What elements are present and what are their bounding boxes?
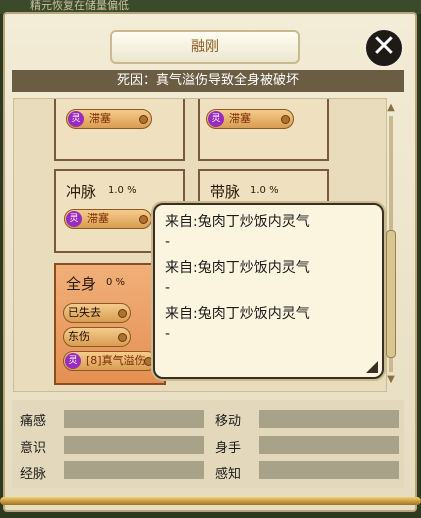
tag-knob-icon bbox=[281, 115, 290, 124]
stat-bar-tongan bbox=[64, 410, 204, 428]
stat-bar-shenshou bbox=[259, 436, 399, 454]
meridian-card[interactable]: 灵 滞塞 bbox=[54, 99, 185, 161]
ling-icon: 灵 bbox=[66, 211, 82, 227]
stat-label-yishi: 意识 bbox=[20, 441, 47, 456]
scroll-rod bbox=[0, 497, 421, 505]
stat-label-ganzhi: 感知 bbox=[215, 467, 242, 482]
ling-icon: 灵 bbox=[65, 353, 81, 369]
stats-panel: 痛感 意识 经脉 移动 身手 感知 bbox=[12, 400, 404, 488]
meridian-percent: 1.0 % bbox=[250, 185, 279, 196]
ling-icon: 灵 bbox=[208, 111, 224, 127]
tooltip-line: - bbox=[165, 326, 171, 342]
tooltip-line: 来自:兔肉丁炒饭内灵气 bbox=[165, 306, 310, 322]
tag-label: 东伤 bbox=[68, 330, 90, 343]
status-tag[interactable]: 灵 滞塞 bbox=[64, 209, 152, 229]
status-tag[interactable]: 灵 滞塞 bbox=[66, 109, 152, 129]
stat-bar-yishi bbox=[64, 436, 204, 454]
scroll-down-icon[interactable]: ▼ bbox=[386, 374, 396, 386]
meridian-percent: 0 % bbox=[106, 277, 126, 288]
meridian-card[interactable]: 灵 滞塞 bbox=[198, 99, 329, 161]
panel-title: 融刚 bbox=[110, 30, 300, 64]
tooltip-line: - bbox=[165, 280, 171, 296]
tag-knob-icon bbox=[144, 357, 153, 366]
stat-bar-yidong bbox=[259, 410, 399, 428]
stat-label-shenshou: 身手 bbox=[215, 441, 242, 456]
tag-knob-icon bbox=[118, 309, 127, 318]
tooltip-line: 来自:兔肉丁炒饭内灵气 bbox=[165, 260, 310, 276]
death-reason: 死因：真气溢伤导致全身被破坏 bbox=[12, 70, 404, 92]
scroll-thumb[interactable] bbox=[386, 230, 396, 358]
tag-label: 滞塞 bbox=[89, 112, 111, 125]
ling-icon: 灵 bbox=[68, 111, 84, 127]
scrollbar[interactable]: ▲ ▼ bbox=[386, 102, 396, 386]
tag-knob-icon bbox=[139, 215, 148, 224]
meridian-name: 全身 bbox=[66, 275, 97, 293]
stat-bar-ganzhi bbox=[259, 461, 399, 479]
source-tooltip: 来自:兔肉丁炒饭内灵气 - 来自:兔肉丁炒饭内灵气 - 来自:兔肉丁炒饭内灵气 … bbox=[153, 203, 384, 379]
status-tag[interactable]: 东伤 bbox=[63, 327, 131, 347]
tag-knob-icon bbox=[139, 115, 148, 124]
status-tag[interactable]: 灵 [8]真气溢伤 bbox=[63, 351, 157, 371]
meridian-name: 带脉 bbox=[210, 183, 241, 201]
tag-label: 滞塞 bbox=[229, 112, 251, 125]
tag-label: 滞塞 bbox=[87, 212, 109, 225]
stat-label-tongan: 痛感 bbox=[20, 414, 47, 429]
resize-icon[interactable] bbox=[366, 361, 378, 373]
stat-bar-jingmai bbox=[64, 461, 204, 479]
status-tag[interactable]: 已失去 bbox=[63, 303, 131, 323]
meridian-card-quanshen[interactable]: 全身 0 % 已失去 东伤 灵 [8]真气溢伤 bbox=[54, 263, 166, 385]
tag-label: 已失去 bbox=[68, 306, 101, 319]
tag-label: [8]真气溢伤 bbox=[86, 354, 146, 367]
close-icon[interactable]: ✕ bbox=[364, 28, 404, 68]
meridian-percent: 1.0 % bbox=[108, 185, 137, 196]
tooltip-line: - bbox=[165, 234, 171, 250]
meridian-name: 冲脉 bbox=[66, 183, 97, 201]
stat-label-jingmai: 经脉 bbox=[20, 467, 47, 482]
tooltip-line: 来自:兔肉丁炒饭内灵气 bbox=[165, 214, 310, 230]
tag-knob-icon bbox=[118, 333, 127, 342]
scroll-up-icon[interactable]: ▲ bbox=[386, 102, 396, 114]
status-tag[interactable]: 灵 滞塞 bbox=[206, 109, 294, 129]
stat-label-yidong: 移动 bbox=[215, 414, 242, 429]
